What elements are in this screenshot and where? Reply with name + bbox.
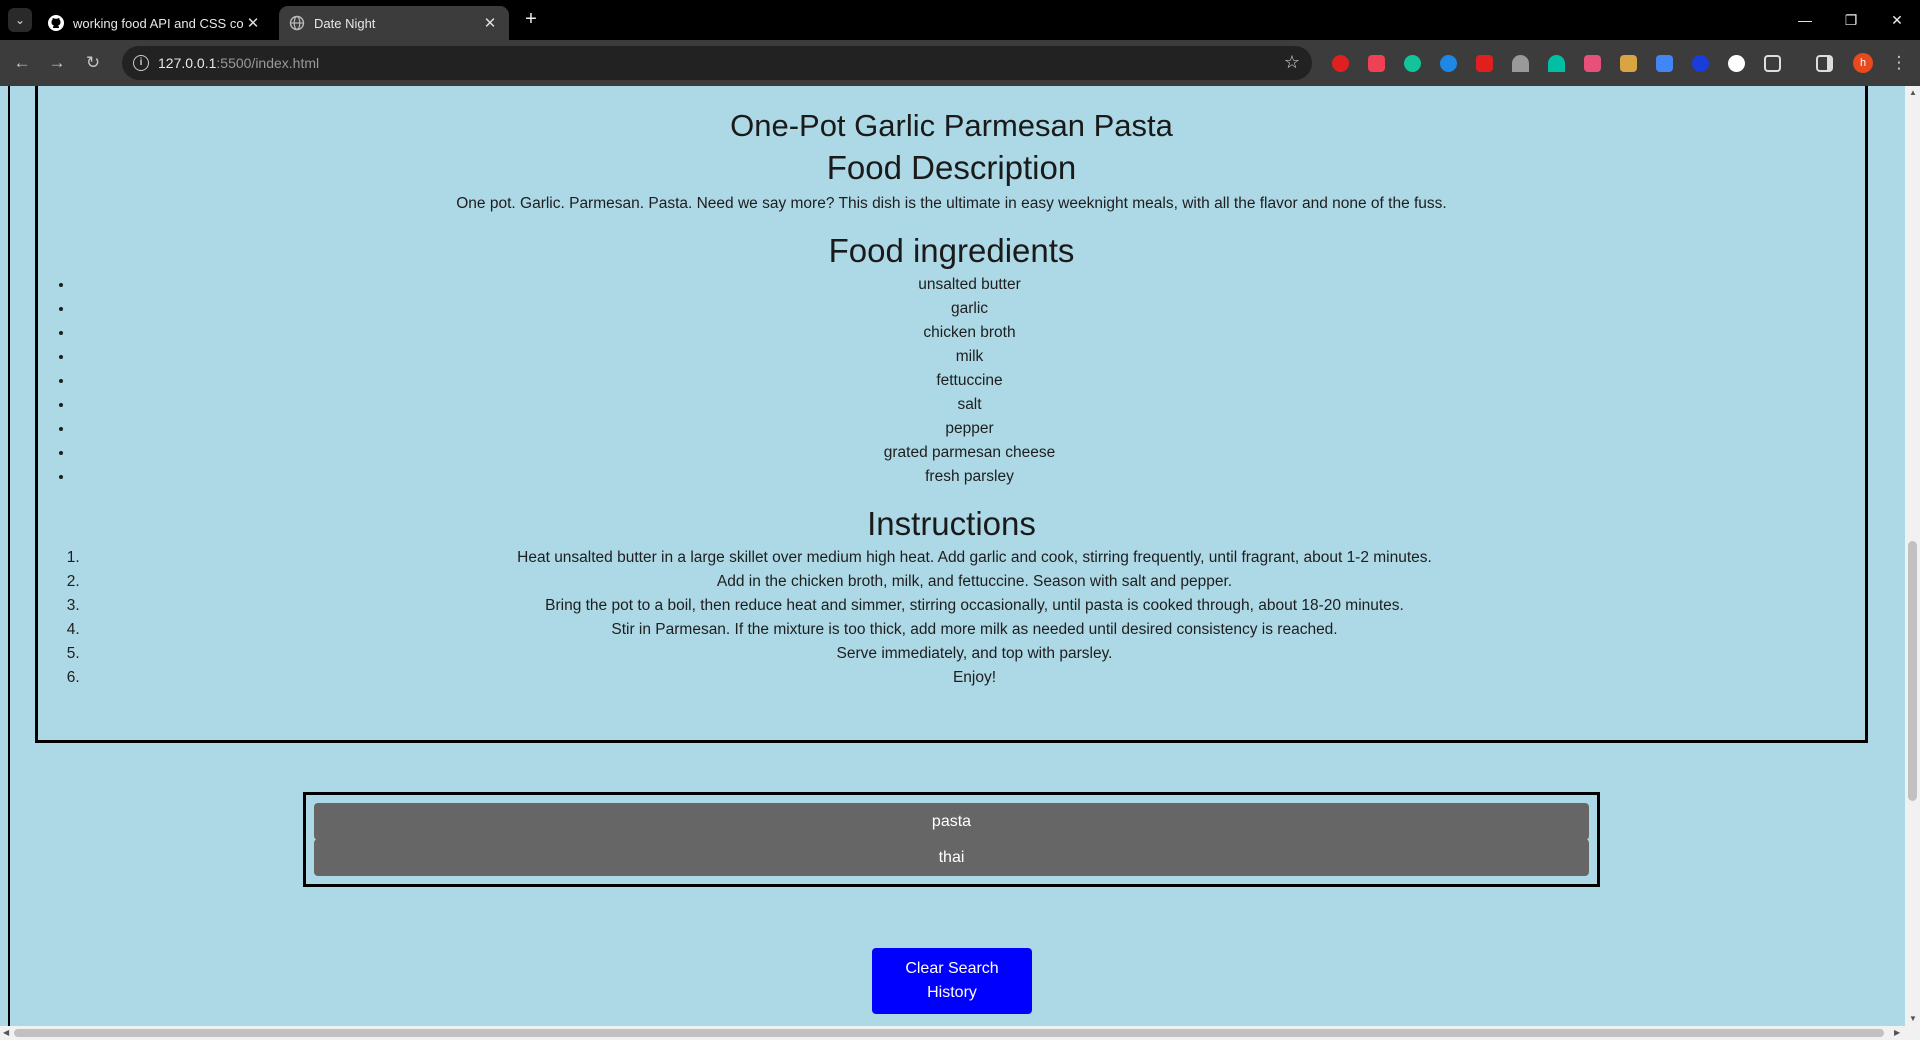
instruction-step: Stir in Parmesan. If the mixture is too … <box>84 618 1865 642</box>
minimize-icon[interactable]: — <box>1782 0 1828 40</box>
extension-icon[interactable] <box>1584 55 1601 72</box>
extension-icon[interactable] <box>1440 55 1457 72</box>
ingredient-item: unsalted butter <box>74 273 1865 297</box>
profile-avatar[interactable]: h <box>1853 53 1873 73</box>
page-border-line <box>8 86 10 1026</box>
tab-date-night[interactable]: Date Night ✕ <box>279 6 509 40</box>
site-info-icon[interactable]: i <box>133 55 149 71</box>
restore-icon[interactable]: ❐ <box>1828 0 1874 40</box>
url-text: 127.0.0.1:5500/index.html <box>158 55 320 71</box>
ingredient-item: garlic <box>74 297 1865 321</box>
ingredient-item: chicken broth <box>74 321 1865 345</box>
extension-icon[interactable] <box>1512 55 1529 72</box>
scroll-right-icon[interactable]: ▶ <box>1894 1028 1900 1037</box>
forward-icon[interactable]: → <box>46 52 68 74</box>
instruction-step: Enjoy! <box>84 666 1865 690</box>
scroll-down-icon[interactable]: ▼ <box>1909 1014 1917 1023</box>
page-viewport: One-Pot Garlic Parmesan Pasta Food Descr… <box>0 86 1905 1026</box>
scroll-left-icon[interactable]: ◀ <box>3 1028 9 1037</box>
vertical-scrollbar[interactable]: ▲ ▼ <box>1905 86 1920 1026</box>
history-button-pasta[interactable]: pasta <box>314 803 1589 840</box>
ingredients-heading: Food ingredients <box>828 232 1075 269</box>
clear-search-history-button[interactable]: Clear Search History <box>872 948 1032 1014</box>
new-tab-icon[interactable]: + <box>520 9 542 31</box>
side-panel-icon[interactable] <box>1816 55 1833 72</box>
ingredient-item: salt <box>74 393 1865 417</box>
address-bar[interactable]: i 127.0.0.1:5500/index.html ☆ <box>122 46 1312 80</box>
ingredient-item: fettuccine <box>74 369 1865 393</box>
instructions-heading: Instructions <box>867 505 1036 542</box>
tab-github[interactable]: working food API and CSS corr ✕ <box>38 6 272 40</box>
horizontal-scroll-thumb[interactable] <box>14 1029 1884 1037</box>
ingredient-item: fresh parsley <box>74 465 1865 489</box>
instruction-step: Heat unsalted butter in a large skillet … <box>84 546 1865 570</box>
extension-icon[interactable] <box>1728 55 1745 72</box>
ingredient-item: grated parmesan cheese <box>74 441 1865 465</box>
reload-icon[interactable]: ↻ <box>82 52 104 74</box>
extension-icon[interactable] <box>1476 55 1493 72</box>
back-icon[interactable]: ← <box>11 52 33 74</box>
browser-toolbar: ← → ↻ i 127.0.0.1:5500/index.html ☆ ⋮ <box>0 40 1920 86</box>
extension-icon[interactable] <box>1332 55 1349 72</box>
recipe-card: One-Pot Garlic Parmesan Pasta Food Descr… <box>35 86 1868 743</box>
bookmark-star-icon[interactable]: ☆ <box>1284 52 1300 73</box>
globe-icon <box>289 15 305 31</box>
search-history-box: pasta thai <box>303 792 1600 887</box>
tab-search-icon[interactable]: ⌄ <box>8 8 32 32</box>
vertical-scroll-thumb[interactable] <box>1908 541 1917 801</box>
instructions-list: Heat unsalted butter in a large skillet … <box>38 546 1865 690</box>
volume-icon[interactable] <box>1656 55 1673 72</box>
close-tab-icon[interactable]: ✕ <box>244 14 262 32</box>
browser-tab-bar: ⌄ working food API and CSS corr ✕ Date N… <box>0 0 1920 40</box>
close-window-icon[interactable]: ✕ <box>1874 0 1920 40</box>
instruction-step: Add in the chicken broth, milk, and fett… <box>84 570 1865 594</box>
menu-kebab-icon[interactable]: ⋮ <box>1888 52 1910 74</box>
tab-title: Date Night <box>314 15 376 31</box>
extensions-puzzle-icon[interactable] <box>1764 55 1781 72</box>
ingredients-list: unsalted butter garlic chicken broth mil… <box>38 273 1865 489</box>
scroll-up-icon[interactable]: ▲ <box>1909 88 1917 97</box>
pocket-icon[interactable] <box>1368 55 1385 72</box>
github-icon <box>48 15 64 31</box>
grammarly-icon[interactable] <box>1404 55 1421 72</box>
extension-icon[interactable] <box>1692 55 1709 72</box>
tab-title: working food API and CSS corr <box>73 15 244 31</box>
ingredient-item: milk <box>74 345 1865 369</box>
horizontal-scrollbar[interactable]: ◀ ▶ <box>0 1026 1920 1040</box>
instruction-step: Serve immediately, and top with parsley. <box>84 642 1865 666</box>
history-button-thai[interactable]: thai <box>314 839 1589 876</box>
extension-icon[interactable] <box>1548 55 1565 72</box>
description-heading: Food Description <box>826 149 1077 186</box>
recipe-description: One pot. Garlic. Parmesan. Pasta. Need w… <box>456 195 1447 212</box>
close-tab-icon[interactable]: ✕ <box>481 14 499 32</box>
ingredient-item: pepper <box>74 417 1865 441</box>
instruction-step: Bring the pot to a boil, then reduce hea… <box>84 594 1865 618</box>
recipe-title: One-Pot Garlic Parmesan Pasta <box>730 108 1173 143</box>
extension-icon[interactable] <box>1620 55 1637 72</box>
